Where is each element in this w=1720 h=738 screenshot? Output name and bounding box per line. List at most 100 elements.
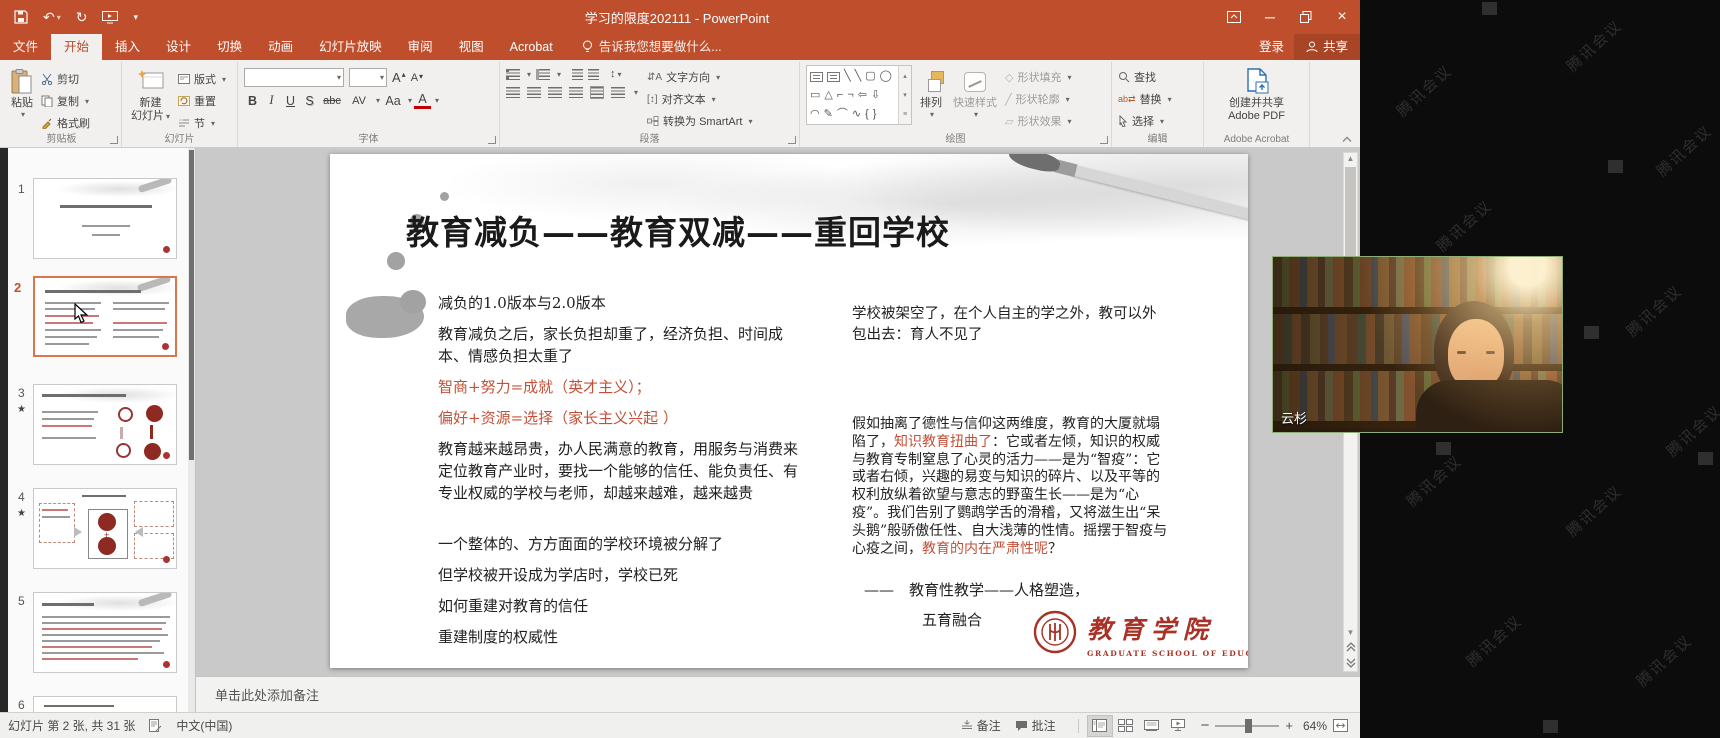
- slide-canvas[interactable]: 教育减负——教育双减——重回学校 减负的1.0版本与2.0版本 教育减负之后，家…: [330, 154, 1248, 668]
- zoom-slider[interactable]: [1215, 725, 1279, 727]
- tell-me-box[interactable]: 告诉我您想要做什么...: [582, 34, 722, 60]
- textbox-icon[interactable]: [810, 72, 823, 82]
- align-center-icon[interactable]: [527, 87, 541, 98]
- close-button[interactable]: ×: [1324, 0, 1360, 34]
- bullets-icon[interactable]: [506, 69, 520, 80]
- font-name-combo[interactable]: ▾: [244, 68, 344, 87]
- bold-button[interactable]: B: [244, 94, 261, 108]
- slide-thumbnail-1[interactable]: [33, 178, 177, 259]
- comments-button[interactable]: 批注: [1015, 717, 1056, 734]
- spell-check-button[interactable]: [149, 719, 162, 732]
- distribute-icon[interactable]: [611, 87, 625, 98]
- replace-button[interactable]: ab⇄ 替换▾: [1118, 89, 1172, 109]
- shape-outline-button[interactable]: ╱ 形状轮廓▾: [1005, 89, 1071, 109]
- decrease-font-button[interactable]: A▾: [411, 72, 423, 84]
- tab-home[interactable]: 开始: [51, 34, 102, 60]
- numbering-icon[interactable]: [536, 69, 550, 80]
- italic-button[interactable]: I: [263, 93, 280, 108]
- strikethrough-button[interactable]: abc: [320, 95, 344, 107]
- slide-thumbnail-6[interactable]: [33, 696, 177, 712]
- convert-smartart-button[interactable]: 转换为 SmartArt▾: [647, 111, 752, 131]
- quick-styles-button[interactable]: 快速样式 ▾: [950, 65, 1000, 122]
- share-button[interactable]: 共享: [1294, 34, 1360, 60]
- previous-slide-button[interactable]: [1346, 642, 1356, 652]
- tab-review[interactable]: 审阅: [395, 34, 446, 60]
- justify-icon[interactable]: [569, 87, 583, 98]
- zoom-out-button[interactable]: −: [1201, 717, 1210, 734]
- new-slide-button[interactable]: 新建 幻灯片▾: [128, 65, 173, 125]
- shape-fill-button[interactable]: ◇ 形状填充▾: [1005, 67, 1071, 87]
- collapse-ribbon-button[interactable]: [1342, 136, 1352, 143]
- zoom-percentage[interactable]: 64%: [1303, 719, 1327, 733]
- character-spacing-button[interactable]: AV: [346, 95, 372, 107]
- dialog-launcher-icon[interactable]: [1100, 136, 1108, 144]
- shape-effects-button[interactable]: ▱ 形状效果▾: [1005, 111, 1071, 131]
- decrease-indent-icon[interactable]: [572, 69, 583, 80]
- tab-view[interactable]: 视图: [446, 34, 497, 60]
- underline-button[interactable]: U: [282, 94, 299, 108]
- text-shadow-button[interactable]: S: [301, 94, 318, 108]
- slide-right-column[interactable]: 学校被架空了，在个人自主的学之外，教可以外包出去：育人不见了 假如抽离了德性与信…: [852, 304, 1168, 631]
- align-right-icon[interactable]: [548, 87, 562, 98]
- slide-sorter-view-button[interactable]: [1113, 715, 1139, 737]
- arrange-button[interactable]: 排列 ▾: [917, 65, 945, 122]
- fit-to-window-button[interactable]: [1333, 719, 1348, 732]
- scroll-down-icon[interactable]: ▼: [1347, 627, 1355, 639]
- reading-view-button[interactable]: [1139, 715, 1165, 737]
- tab-file[interactable]: 文件: [0, 34, 51, 60]
- slideshow-view-button[interactable]: [1165, 715, 1191, 737]
- font-color-button[interactable]: A: [414, 93, 431, 109]
- reset-button[interactable]: 重置: [178, 91, 226, 111]
- webcam-video[interactable]: 云杉: [1272, 256, 1563, 433]
- find-button[interactable]: 查找: [1118, 67, 1172, 87]
- increase-indent-icon[interactable]: [588, 69, 599, 80]
- zoom-in-button[interactable]: +: [1285, 718, 1293, 733]
- paste-button[interactable]: 粘贴 ▾: [8, 65, 36, 122]
- layout-button[interactable]: 版式▾: [178, 69, 226, 89]
- tab-insert[interactable]: 插入: [102, 34, 153, 60]
- align-left-icon[interactable]: [506, 87, 520, 98]
- slide-thumbnail-2[interactable]: [33, 276, 177, 357]
- change-case-button[interactable]: Aa: [382, 94, 404, 108]
- restore-button[interactable]: [1288, 0, 1324, 34]
- copy-button[interactable]: 复制▾: [41, 91, 90, 111]
- align-text-button[interactable]: [↕] 对齐文本▾: [647, 89, 752, 109]
- customize-qat-button[interactable]: ▾: [133, 12, 138, 23]
- dialog-launcher-icon[interactable]: [788, 136, 796, 144]
- slide-thumbnail-3[interactable]: [33, 384, 177, 465]
- select-button[interactable]: 选择▾: [1118, 111, 1172, 131]
- dialog-launcher-icon[interactable]: [110, 136, 118, 144]
- minimize-button[interactable]: ─: [1252, 0, 1288, 34]
- text-direction-button[interactable]: ⇵A 文字方向▾: [647, 67, 752, 87]
- tab-design[interactable]: 设计: [153, 34, 204, 60]
- increase-font-button[interactable]: A▴: [392, 70, 406, 85]
- scrollbar-thumb[interactable]: [1345, 167, 1356, 263]
- create-share-pdf-button[interactable]: 创建并共享 Adobe PDF: [1225, 65, 1288, 125]
- next-slide-button[interactable]: [1346, 658, 1356, 668]
- columns-icon[interactable]: [590, 86, 604, 99]
- textbox-vertical-icon[interactable]: [827, 72, 840, 82]
- dialog-launcher-icon[interactable]: [488, 136, 496, 144]
- zoom-slider-thumb[interactable]: [1245, 719, 1252, 733]
- tab-acrobat[interactable]: Acrobat: [497, 34, 566, 60]
- redo-button[interactable]: ↻: [76, 9, 88, 26]
- undo-button[interactable]: ↶▾: [43, 9, 61, 26]
- normal-view-button[interactable]: [1087, 715, 1113, 737]
- slide-title[interactable]: 教育减负——教育双减——重回学校: [406, 206, 950, 254]
- tab-slideshow[interactable]: 幻灯片放映: [306, 34, 395, 60]
- shapes-scrollbar[interactable]: ▴▾≡: [898, 66, 911, 124]
- notes-button[interactable]: 备注: [961, 717, 1001, 734]
- start-slideshow-button[interactable]: [102, 11, 118, 24]
- save-button[interactable]: [14, 10, 28, 24]
- language-indicator[interactable]: 中文(中国): [176, 717, 232, 734]
- tab-animations[interactable]: 动画: [255, 34, 306, 60]
- slide-thumbnail-5[interactable]: [33, 592, 177, 673]
- scroll-up-icon[interactable]: ▲: [1347, 153, 1355, 165]
- font-size-combo[interactable]: ▾: [349, 68, 387, 87]
- tab-transitions[interactable]: 切换: [204, 34, 255, 60]
- slide-thumbnail-4[interactable]: +: [33, 488, 177, 569]
- slide-left-column[interactable]: 减负的1.0版本与2.0版本 教育减负之后，家长负担却重了，经济负担、时间成本、…: [438, 292, 800, 657]
- thumbnail-scrollbar[interactable]: [188, 148, 195, 712]
- cut-button[interactable]: 剪切: [41, 69, 90, 89]
- shapes-gallery[interactable]: ╲╲▢◯ ▭△⌐¬⇦⇩ ◠✎⌒∿{} ▴▾≡: [806, 65, 912, 125]
